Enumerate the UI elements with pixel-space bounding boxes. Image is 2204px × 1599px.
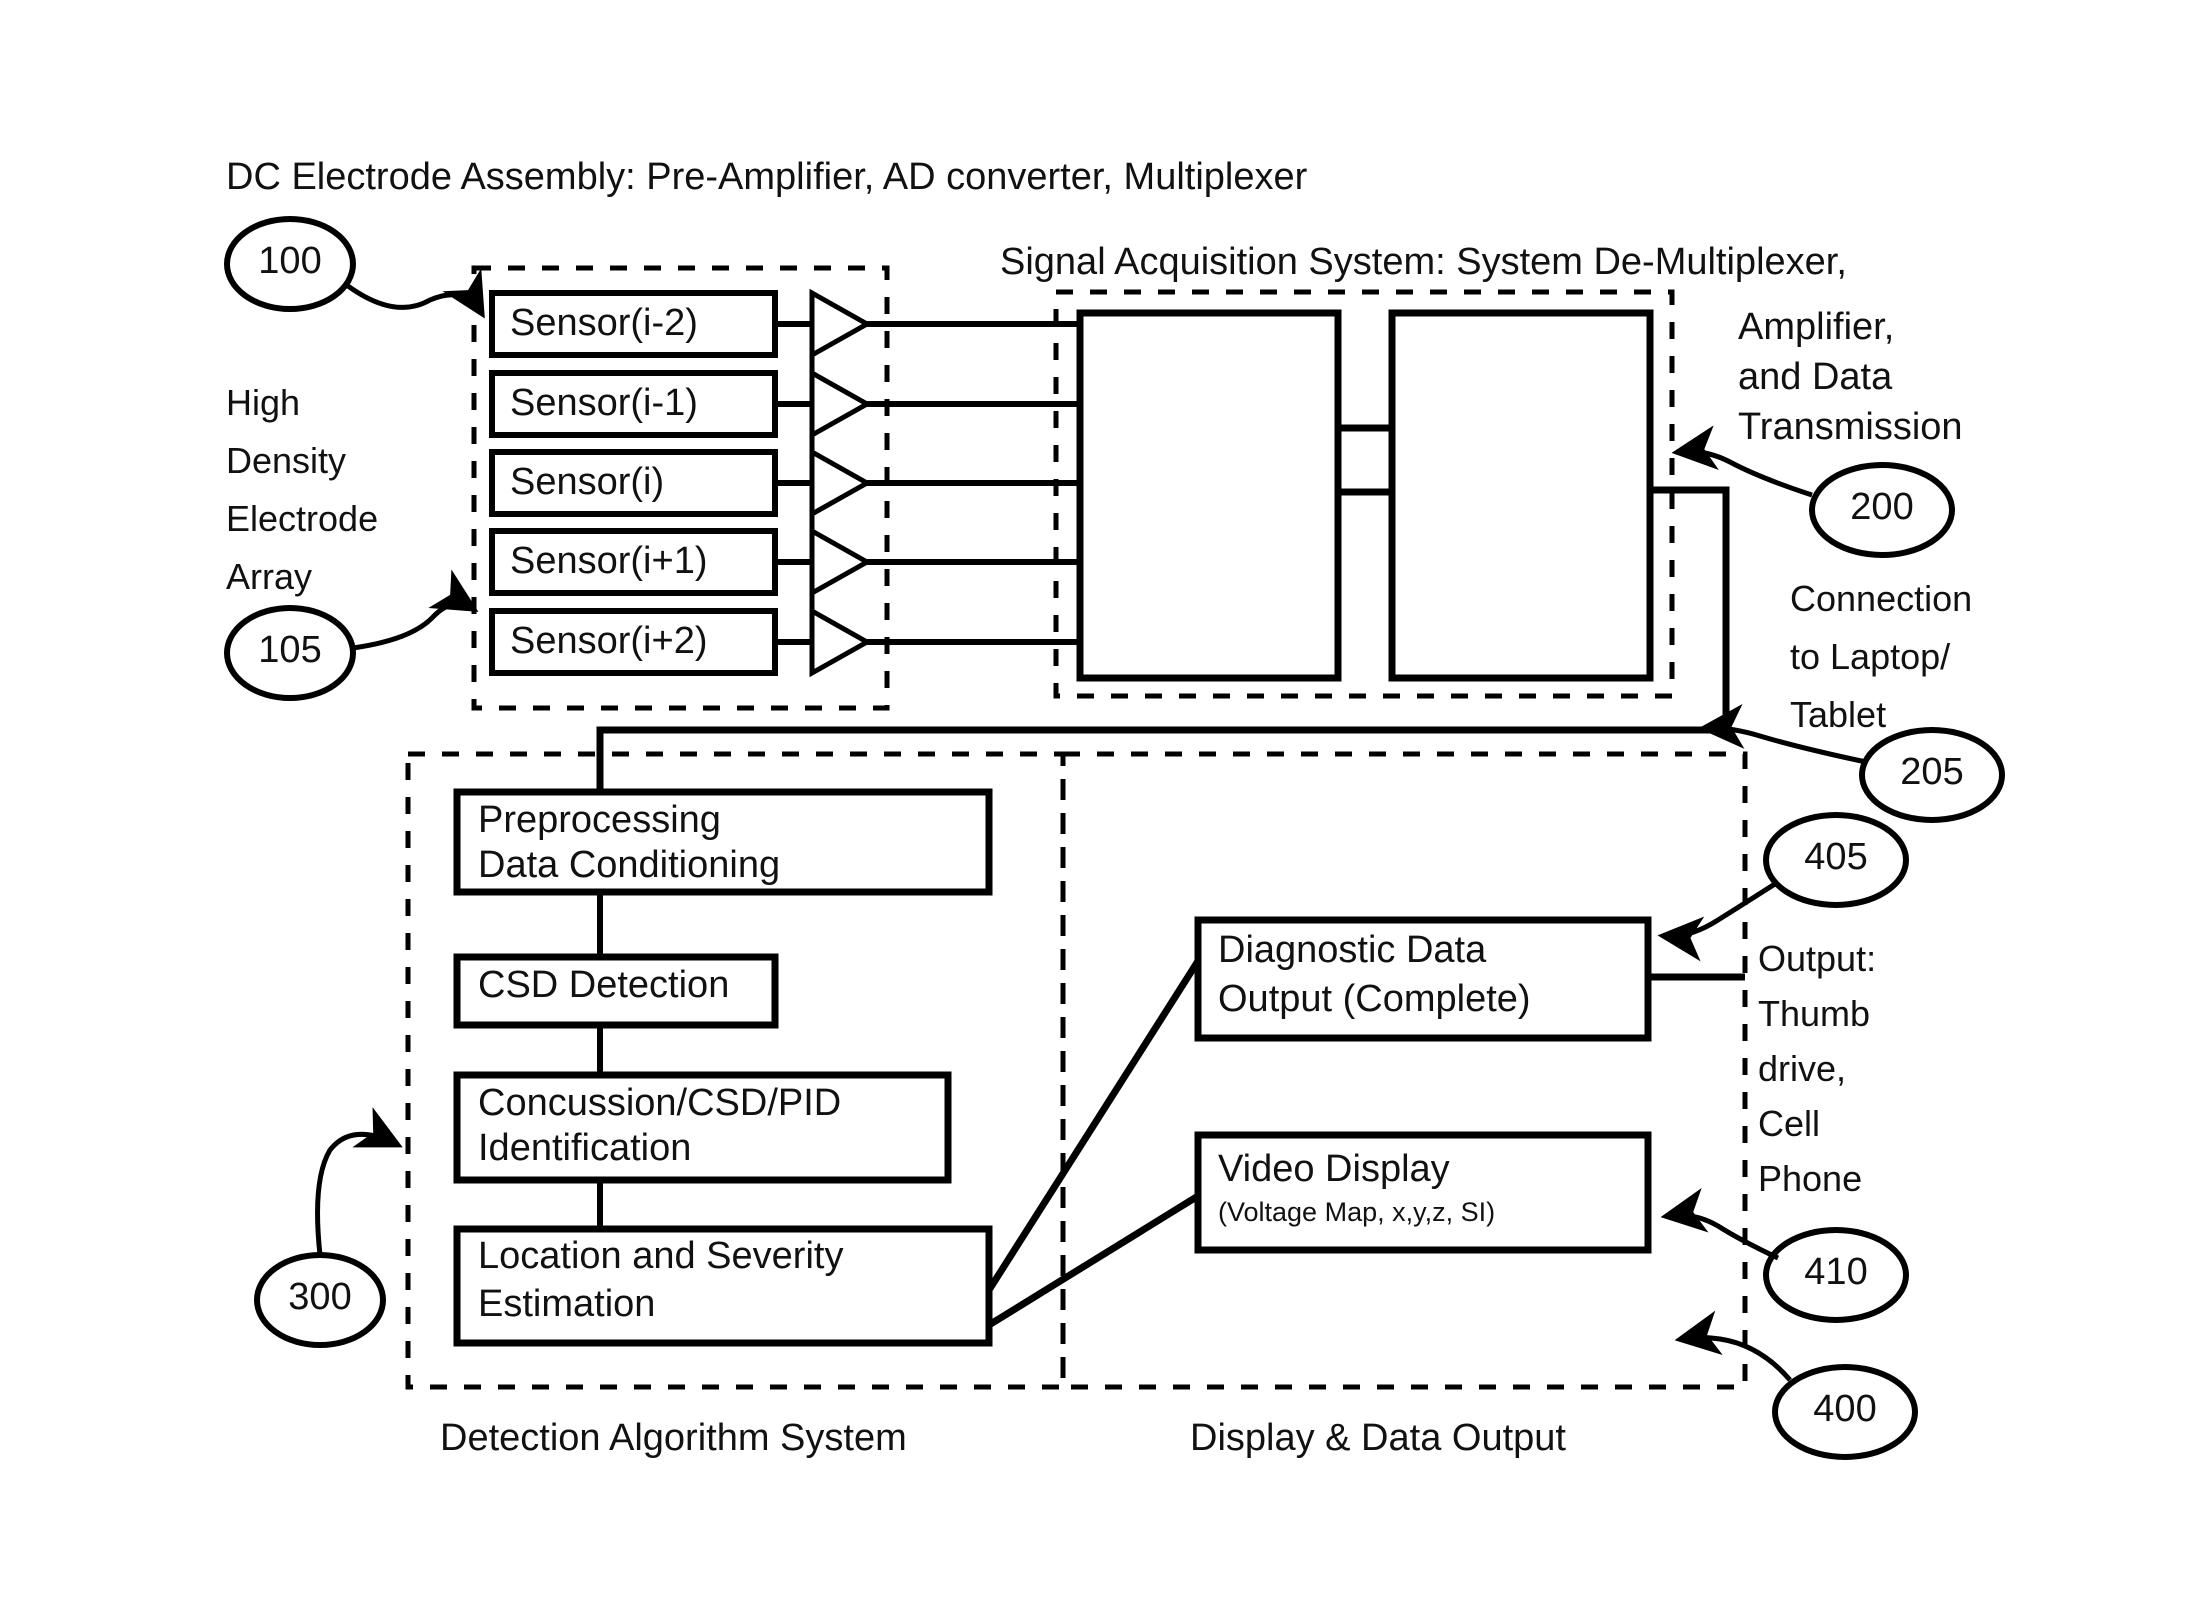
label-electrode-array-line3: Electrode [226, 498, 379, 539]
amplifier-triangle-0 [809, 288, 873, 360]
amplifier-triangle-4 [809, 606, 873, 678]
title-dc-electrode-assembly: DC Electrode Assembly: Pre-Amplifier, AD… [226, 156, 1308, 198]
label-output-line2: Thumb [1758, 993, 1871, 1034]
output-label-0-line1: Diagnostic Data [1218, 929, 1487, 971]
ref-leader-410 [1660, 1188, 1780, 1261]
algorithm-label-2-line1: Concussion/CSD/PID [478, 1082, 842, 1124]
label-connection-line3: Tablet [1790, 694, 1887, 735]
caption-display-and-data-output: Display & Data Output [1190, 1417, 1566, 1459]
ref-label-100: 100 [258, 240, 322, 282]
ref-leader-405 [1657, 879, 1780, 962]
algorithm-label-3-line2: Estimation [478, 1283, 656, 1325]
label-electrode-array-line2: Density [226, 440, 347, 481]
amplifier-triangle-2 [809, 447, 873, 519]
title-signal-acquisition-line4: Transmission [1738, 406, 1963, 448]
ref-leader-400 [1674, 1310, 1792, 1382]
acquisition-block-amplifier [1388, 309, 1654, 682]
ref-leader-300 [315, 1107, 403, 1256]
algorithm-label-2-line2: Identification [478, 1127, 692, 1169]
ref-leader-100 [346, 268, 485, 319]
sensor-label-4: Sensor(i+2) [510, 620, 708, 662]
algorithm-label-0-line1: Preprocessing [478, 799, 721, 841]
caption-detection-algorithm-system: Detection Algorithm System [440, 1417, 907, 1459]
label-output-line5: Phone [1758, 1158, 1863, 1199]
amplifier-triangle-1 [809, 368, 873, 440]
label-electrode-array-line4: Array [226, 556, 313, 597]
ref-label-400: 400 [1813, 1388, 1877, 1430]
output-label-1-line1: Video Display [1218, 1148, 1450, 1190]
link-severity-to-diagnostic [986, 959, 1201, 1292]
ref-label-405: 405 [1804, 836, 1868, 878]
title-signal-acquisition-line1: Signal Acquisition System: System De-Mul… [1000, 241, 1847, 283]
algorithm-label-3-line1: Location and Severity [478, 1235, 844, 1277]
ref-leader-105 [352, 569, 479, 651]
link-severity-to-video [987, 1193, 1200, 1328]
output-label-0-line2: Output (Complete) [1218, 978, 1531, 1020]
label-output-line1: Output: [1758, 938, 1877, 979]
sensor-label-3: Sensor(i+1) [510, 540, 708, 582]
label-output-line4: Cell [1758, 1103, 1821, 1144]
amplifier-triangle-3 [809, 526, 873, 598]
sensor-label-2: Sensor(i) [510, 461, 665, 503]
dashed-container-display-output [1060, 751, 1748, 1390]
sensor-label-1: Sensor(i-1) [510, 382, 698, 424]
acquisition-block-demux [1076, 309, 1342, 682]
ref-label-300: 300 [288, 1276, 352, 1318]
ref-label-200: 200 [1850, 486, 1914, 528]
label-connection-line2: to Laptop/ [1790, 636, 1951, 677]
sensor-label-0: Sensor(i-2) [510, 302, 698, 344]
label-output-line3: drive, [1758, 1048, 1847, 1089]
ref-label-105: 105 [258, 629, 322, 671]
output-label-1-sub: (Voltage Map, x,y,z, SI) [1218, 1197, 1496, 1227]
ref-label-205: 205 [1900, 751, 1964, 793]
label-electrode-array-line1: High [226, 382, 301, 423]
title-signal-acquisition-line3: and Data [1738, 356, 1893, 398]
patent-figure: DC Electrode Assembly: Pre-Amplifier, AD… [0, 0, 2204, 1599]
ref-label-410: 410 [1804, 1251, 1868, 1293]
algorithm-label-0-line2: Data Conditioning [478, 844, 781, 886]
title-signal-acquisition-line2: Amplifier, [1738, 306, 1895, 348]
label-connection-line1: Connection [1790, 578, 1973, 619]
algorithm-label-1-line1: CSD Detection [478, 964, 730, 1006]
